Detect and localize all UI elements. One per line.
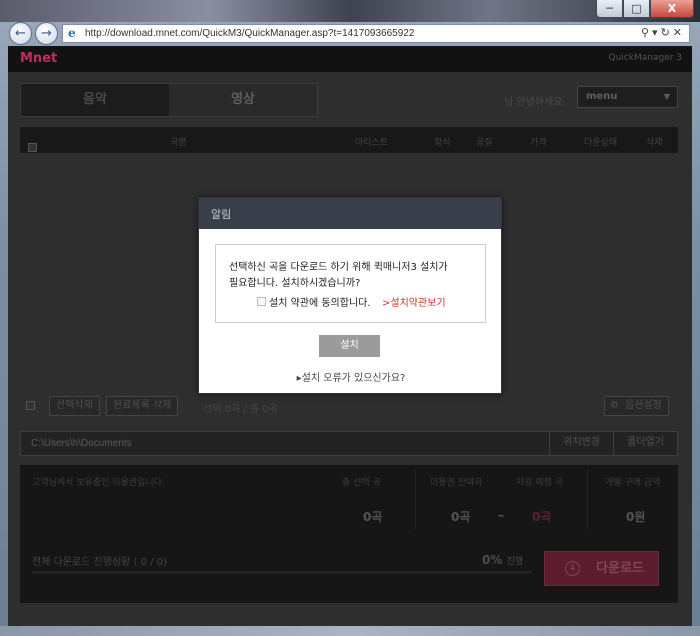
close-window-button[interactable]: X bbox=[650, 0, 694, 18]
options-label: 옵션설정 bbox=[625, 400, 662, 411]
progress-label: 전체 다운로드 진행상황 ( 0 / 0) bbox=[32, 557, 167, 568]
agree-terms-label: 설치 약관에 동의합니다. bbox=[269, 298, 371, 309]
checkbox-icon[interactable] bbox=[257, 297, 266, 306]
window-controls: ─ □ X bbox=[596, 0, 694, 20]
column-format: 형식 bbox=[434, 138, 451, 148]
back-arrow-icon[interactable]: ← bbox=[9, 22, 32, 45]
install-button[interactable]: 설치 bbox=[319, 335, 380, 357]
menu-select-value: menu bbox=[586, 91, 618, 102]
tab-video[interactable]: 영상 bbox=[169, 84, 317, 116]
browser-window: ─ □ X ← → e http://download.mnet.com/Qui… bbox=[0, 0, 700, 636]
download-button[interactable]: ↓ 다운로드 bbox=[544, 551, 659, 586]
list-checkbox[interactable] bbox=[26, 401, 35, 410]
progress-percent: 0% 진행 bbox=[482, 553, 524, 567]
column-title: 곡명 bbox=[170, 138, 187, 148]
address-bar[interactable]: e http://download.mnet.com/QuickM3/Quick… bbox=[62, 24, 690, 43]
total-selected-label: 총 선택 곡 bbox=[342, 478, 381, 488]
dash: – bbox=[498, 508, 504, 522]
voucher-remaining-label: 이용권 잔여곡 bbox=[430, 478, 483, 488]
ie-page-icon: e bbox=[68, 26, 76, 40]
select-all-checkbox[interactable] bbox=[28, 143, 37, 152]
individual-price-value: 0원 bbox=[626, 510, 646, 524]
column-price: 가격 bbox=[530, 138, 547, 148]
app-title: QuickManager 3 bbox=[608, 53, 683, 63]
column-status: 다운상태 bbox=[584, 138, 618, 148]
address-row: ← → e http://download.mnet.com/QuickM3/Q… bbox=[8, 21, 692, 45]
individual-price-label: 개별 구매 금액 bbox=[605, 478, 661, 488]
divider bbox=[587, 469, 588, 529]
deduct-planned-label: 차감 예정 곡 bbox=[516, 478, 564, 488]
column-quality: 음질 bbox=[476, 138, 493, 148]
song-table-header: 곡명 아티스트 형식 음질 가격 다운상태 삭제 bbox=[20, 127, 678, 153]
progress-bar bbox=[32, 571, 532, 574]
window-bottom-edge bbox=[0, 626, 700, 636]
mnet-logo: Mnet bbox=[20, 51, 58, 66]
dialog-title: 알림 bbox=[199, 198, 501, 229]
gear-icon: ⚙ bbox=[610, 400, 619, 411]
dialog-message-line1: 선택하신 곡을 다운로드 하기 위해 퀵매니저3 설치가 bbox=[229, 262, 448, 273]
delete-selected-button[interactable]: 선택삭제 bbox=[49, 396, 100, 416]
app-header: Mnet QuickManager 3 bbox=[8, 46, 692, 72]
maximize-button[interactable]: □ bbox=[623, 0, 650, 18]
divider bbox=[415, 469, 416, 529]
dialog-message-line2: 필요합니다. 설치하시겠습니까? bbox=[229, 278, 361, 289]
greeting-text: 님 안녕하세요. bbox=[504, 97, 566, 108]
column-artist: 아티스트 bbox=[355, 138, 389, 148]
forward-arrow-icon[interactable]: → bbox=[35, 22, 58, 45]
download-summary: 고객님께서 보유중인 이용권입니다. 총 선택 곡 이용권 잔여곡 차감 예정 … bbox=[20, 465, 678, 603]
change-location-button[interactable]: 위치변경 bbox=[549, 432, 613, 455]
window-titlebar: ─ □ X bbox=[0, 0, 700, 22]
dialog-message-box: 선택하신 곡을 다운로드 하기 위해 퀵매니저3 설치가 필요합니다. 설치하시… bbox=[215, 244, 486, 323]
deduct-planned-value: 0곡 bbox=[532, 510, 552, 524]
selection-count: 선택 0곡 / 총 0곡 bbox=[203, 404, 278, 415]
open-folder-button[interactable]: 폴더열기 bbox=[613, 432, 677, 455]
agree-terms-checkbox[interactable]: 설치 약관에 동의합니다. bbox=[257, 294, 371, 309]
chevron-down-icon: ▼ bbox=[663, 92, 670, 101]
install-alert-dialog: 알림 선택하신 곡을 다운로드 하기 위해 퀵매니저3 설치가 필요합니다. 설… bbox=[198, 197, 502, 394]
download-label: 다운로드 bbox=[596, 561, 644, 576]
voucher-remaining-value: 0곡 bbox=[451, 510, 471, 524]
minimize-button[interactable]: ─ bbox=[596, 0, 623, 18]
url-text[interactable]: http://download.mnet.com/QuickM3/QuickMa… bbox=[85, 28, 414, 39]
tab-music[interactable]: 음악 bbox=[21, 84, 169, 116]
media-tabs: 음악 영상 bbox=[20, 83, 318, 117]
search-refresh-icons[interactable]: ⚲▾↻✕ bbox=[641, 26, 685, 39]
save-path-input[interactable]: C:\Users\h\Documents bbox=[31, 438, 132, 449]
options-button[interactable]: ⚙ 옵션설정 bbox=[604, 396, 669, 416]
total-selected-value: 0곡 bbox=[363, 510, 383, 524]
column-delete: 삭제 bbox=[646, 138, 663, 148]
list-tools: 선택삭제 완료목록 삭제 선택 0곡 / 총 0곡 ⚙ 옵션설정 bbox=[20, 396, 678, 418]
view-terms-link[interactable]: >설치약관보기 bbox=[382, 294, 446, 309]
download-icon: ↓ bbox=[565, 561, 580, 576]
voucher-note: 고객님께서 보유중인 이용권입니다. bbox=[32, 478, 165, 488]
menu-select[interactable]: menu ▼ bbox=[577, 86, 678, 108]
delete-completed-button[interactable]: 완료목록 삭제 bbox=[106, 396, 179, 416]
save-path-row: C:\Users\h\Documents 위치변경 폴더열기 bbox=[20, 431, 678, 456]
install-error-link[interactable]: ▸설치 오류가 있으신가요? bbox=[199, 369, 503, 384]
